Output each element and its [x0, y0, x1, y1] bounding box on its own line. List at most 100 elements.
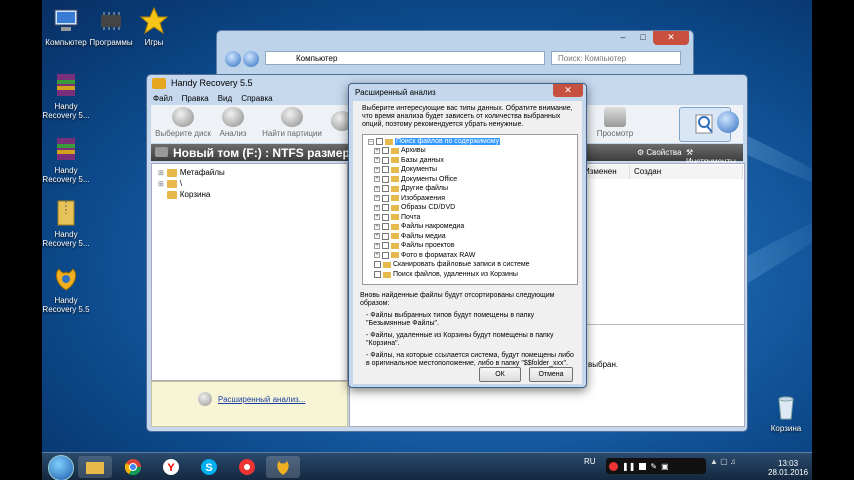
analyze-button[interactable]: Анализ — [203, 107, 263, 138]
tree-node-child[interactable]: + Образы CD/DVD — [374, 203, 455, 212]
option-recycle-bin[interactable]: Поиск файлов, удаленных из Корзины — [374, 270, 518, 279]
desktop-icon-recycle-bin[interactable]: Корзина — [758, 392, 812, 433]
find-partitions-button[interactable]: Найти партиции — [255, 107, 329, 138]
tree-node-child[interactable]: + Файлы накромедиа — [374, 222, 464, 231]
pen-icon[interactable]: ✎ — [650, 462, 657, 471]
checkbox[interactable] — [382, 232, 389, 240]
desktop-icon-handy-4[interactable]: Handy Recovery 5.5 — [42, 264, 94, 314]
checkbox[interactable] — [382, 251, 389, 259]
expand-icon[interactable]: + — [374, 204, 380, 211]
tray-icons[interactable]: ▲ ▢ ♫ — [710, 457, 736, 466]
dialog-close-button[interactable]: ✕ — [553, 84, 583, 97]
menu-file[interactable]: Файл — [153, 94, 173, 103]
checkbox[interactable] — [382, 156, 389, 164]
record-icon[interactable] — [609, 461, 618, 471]
taskbar-explorer[interactable] — [78, 456, 112, 478]
properties-button[interactable]: ⚙ Свойства — [637, 148, 682, 157]
expand-icon[interactable]: + — [374, 185, 380, 192]
checkbox[interactable] — [374, 271, 381, 278]
expand-icon[interactable]: + — [374, 233, 380, 239]
tree-item-metafiles[interactable]: ⊞ Метафайлы — [158, 168, 225, 177]
expand-icon[interactable]: + — [374, 252, 380, 258]
desktop-icon-label: Игры — [144, 38, 164, 47]
tree-node-child[interactable]: + Файлы медиа — [374, 232, 446, 241]
tree-node-child[interactable]: + Другие файлы — [374, 184, 448, 193]
checkbox[interactable] — [382, 204, 389, 211]
task-panel: Расширенный анализ... — [151, 381, 348, 427]
tree-node-child[interactable]: + Документы Office — [374, 175, 457, 184]
start-button[interactable] — [48, 455, 74, 480]
tree-node-child[interactable]: + Фото в форматах RAW — [374, 251, 475, 260]
desktop-icon-handy-3[interactable]: Handy Recovery 5... — [42, 198, 94, 248]
recording-widget[interactable]: ❚❚ ✎ ▣ — [606, 458, 706, 474]
desktop-icon-handy-1[interactable]: Handy Recovery 5... — [42, 70, 94, 120]
toolbar-label: Найти партиции — [262, 129, 322, 138]
collapse-icon[interactable]: – — [368, 138, 374, 145]
expand-icon[interactable]: + — [374, 214, 380, 220]
expand-icon[interactable]: + — [374, 166, 380, 173]
address-bar[interactable]: Компьютер — [265, 51, 545, 65]
dialog-body: Выберите интересующие вас типы данных. О… — [353, 101, 582, 384]
advanced-analysis-dialog[interactable]: Расширенный анализ ✕ Выберите интересующ… — [348, 83, 587, 388]
option-scan-records[interactable]: Сканировать файловые записи в системе — [374, 260, 530, 269]
stop-icon[interactable] — [639, 462, 647, 470]
checkbox[interactable] — [382, 166, 389, 173]
search-input[interactable]: Поиск: Компьютер — [551, 51, 681, 65]
expand-icon[interactable]: + — [374, 223, 380, 230]
checkbox[interactable] — [382, 147, 389, 154]
menu-view[interactable]: Вид — [218, 94, 232, 103]
pause-icon[interactable]: ❚❚ — [622, 462, 635, 471]
advanced-analysis-link[interactable]: Расширенный анализ... — [218, 395, 305, 404]
expand-icon[interactable]: + — [374, 242, 380, 249]
taskbar-yandex[interactable]: Y — [154, 456, 188, 478]
checkbox[interactable] — [382, 185, 389, 192]
checkbox[interactable] — [382, 223, 389, 230]
desktop: Компьютер Программы Игры Handy Recovery … — [42, 0, 812, 480]
language-indicator[interactable]: RU — [584, 457, 596, 466]
column-header-created[interactable]: Создан — [630, 165, 743, 179]
tree-node-child[interactable]: + Базы данных — [374, 156, 444, 165]
desktop-icon-handy-2[interactable]: Handy Recovery 5... — [42, 134, 94, 184]
expand-icon[interactable]: + — [374, 176, 380, 182]
tree-item-recycle[interactable]: ⊞ Корзина — [158, 190, 210, 199]
tree-node-child[interactable]: + Файлы проектов — [374, 241, 455, 250]
menu-edit[interactable]: Правка — [182, 94, 209, 103]
tree-node-child[interactable]: + Архивы — [374, 146, 426, 155]
preview-button[interactable]: Просмотр — [585, 107, 645, 138]
help-icon[interactable] — [717, 111, 739, 133]
maximize-button[interactable]: □ — [633, 31, 653, 45]
checkbox[interactable] — [382, 175, 389, 183]
tree-node-child[interactable]: + Изображения — [374, 194, 445, 203]
close-button[interactable]: ✕ — [653, 31, 689, 45]
tree-node-label: Образы CD/DVD — [401, 204, 456, 211]
taskbar-handy-recovery[interactable] — [266, 456, 300, 478]
tree-item-root[interactable]: ⊞ \ — [158, 179, 182, 188]
tree-node-root[interactable]: – Поиск файлов по содержимому — [368, 137, 501, 146]
minimize-button[interactable]: – — [613, 31, 633, 45]
cancel-button[interactable]: Отмена — [529, 367, 573, 382]
checkbox[interactable] — [382, 242, 389, 249]
menu-help[interactable]: Справка — [241, 94, 272, 103]
folder-icon — [166, 168, 177, 177]
expand-icon[interactable]: + — [374, 157, 380, 163]
taskbar-chrome[interactable] — [116, 456, 150, 478]
desktop-icon-games[interactable]: Игры — [126, 6, 182, 47]
taskbar-skype[interactable]: S — [192, 456, 226, 478]
expand-icon[interactable]: + — [374, 147, 380, 154]
ok-button[interactable]: ОК — [479, 367, 521, 382]
checkbox[interactable] — [382, 194, 389, 202]
forward-button[interactable] — [243, 51, 259, 67]
tree-node-child[interactable]: + Почта — [374, 213, 420, 222]
column-header-modified[interactable]: Изменен — [580, 165, 630, 179]
checkbox[interactable] — [376, 138, 383, 145]
taskbar-recorder[interactable] — [230, 456, 264, 478]
checkbox[interactable] — [382, 213, 389, 221]
chrome-icon — [124, 459, 142, 476]
tree-node-label: Файлы накромедиа — [401, 223, 465, 230]
clock[interactable]: 13:03 28.01.2016 — [768, 459, 808, 477]
expand-icon[interactable]: + — [374, 195, 380, 201]
checkbox[interactable] — [374, 261, 381, 268]
camera-icon[interactable]: ▣ — [661, 462, 669, 471]
back-button[interactable] — [225, 51, 241, 67]
tree-node-child[interactable]: + Документы — [374, 165, 437, 174]
